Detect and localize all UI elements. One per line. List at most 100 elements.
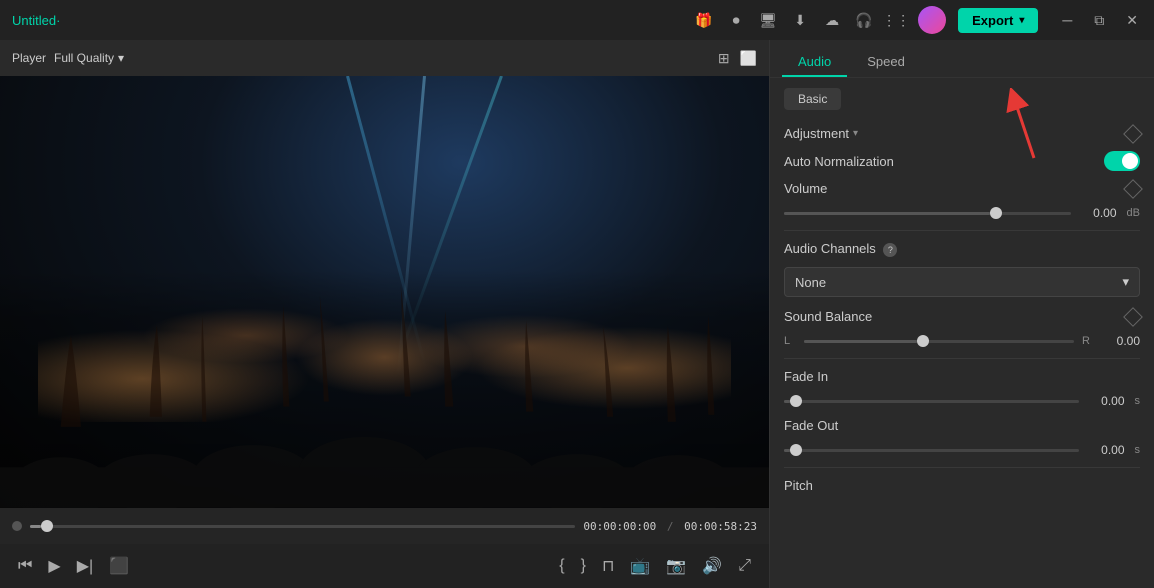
main-area: Player Full Quality ▾ ⊞ ⬜: [0, 40, 1154, 588]
adjustment-arrow-icon: ▾: [853, 128, 858, 139]
player-label: Player: [12, 51, 46, 65]
fade-in-unit: s: [1135, 395, 1141, 407]
skip-back-button[interactable]: ⏮: [16, 555, 34, 577]
adjustment-section-header: Adjustment ▾: [784, 126, 1140, 141]
auto-normalization-row: Auto Normalization: [784, 151, 1140, 171]
video-panel: Player Full Quality ▾ ⊞ ⬜: [0, 40, 769, 588]
volume-slider[interactable]: [784, 212, 1071, 215]
panel-content: Basic Adjustment ▾ Auto Normalization Vo…: [770, 78, 1154, 588]
audio-channels-label: Audio Channels ?: [784, 241, 897, 257]
audio-button[interactable]: 🔊: [700, 554, 724, 578]
auto-normalization-label: Auto Normalization: [784, 154, 894, 169]
titlebar: Untitled· 🎁 ⏺ 🖥 ⬇ ☁ 🎧 ⋮⋮ Export ▾ ─ ⧉ ✕: [0, 0, 1154, 40]
fade-out-slider[interactable]: [784, 449, 1079, 452]
tab-speed[interactable]: Speed: [851, 48, 921, 77]
export-button[interactable]: Export ▾: [958, 8, 1038, 33]
player-toolbar: Player Full Quality ▾ ⊞ ⬜: [0, 40, 769, 76]
fade-in-value: 0.00: [1087, 394, 1125, 408]
balance-slider[interactable]: [804, 340, 1074, 343]
avatar[interactable]: [918, 6, 946, 34]
timeline-thumb[interactable]: [41, 520, 53, 532]
play-button[interactable]: ▶: [46, 554, 62, 578]
balance-R-label: R: [1082, 335, 1094, 347]
divider-1: [784, 230, 1140, 231]
gift-icon[interactable]: 🎁: [694, 10, 714, 30]
adjustment-title: Adjustment ▾: [784, 126, 858, 141]
adjustment-diamond-icon[interactable]: [1123, 124, 1143, 144]
volume-label: Volume: [784, 181, 827, 196]
basic-button[interactable]: Basic: [784, 88, 841, 110]
play-next-button[interactable]: ▶|: [75, 554, 95, 578]
record-icon[interactable]: ⏺: [726, 10, 746, 30]
mark-in-button[interactable]: {: [557, 555, 566, 577]
fade-out-unit: s: [1135, 444, 1141, 456]
volume-slider-row: 0.00 dB: [784, 206, 1140, 220]
divider-3: [784, 467, 1140, 468]
sound-balance-header: Sound Balance: [784, 309, 1140, 324]
dropdown-chevron-icon: ▾: [1122, 274, 1129, 290]
volume-unit: dB: [1127, 207, 1140, 219]
playhead-dot[interactable]: [12, 521, 22, 531]
fade-out-thumb[interactable]: [790, 444, 802, 456]
insert-button[interactable]: ⊓: [600, 554, 616, 578]
sound-balance-label: Sound Balance: [784, 309, 872, 324]
titlebar-icons: 🎁 ⏺ 🖥 ⬇ ☁ 🎧 ⋮⋮ Export ▾ ─ ⧉ ✕: [694, 6, 1142, 34]
grid-view-icon[interactable]: ⊞: [718, 50, 730, 67]
volume-thumb[interactable]: [990, 207, 1002, 219]
quality-select[interactable]: Full Quality ▾: [54, 51, 124, 65]
quality-chevron-icon: ▾: [118, 51, 124, 65]
crowd-svg: [0, 227, 769, 508]
timeline-bar[interactable]: [30, 525, 575, 528]
audio-channels-row: Audio Channels ?: [784, 241, 1140, 257]
window-controls: ─ ⧉ ✕: [1058, 10, 1142, 31]
headset-icon[interactable]: 🎧: [854, 10, 874, 30]
balance-fill: [804, 340, 917, 343]
fade-in-slider-row: 0.00 s: [784, 394, 1140, 408]
balance-value: 0.00: [1102, 334, 1140, 348]
transport-left: ⏮ ▶ ▶| ⬛: [16, 554, 131, 578]
pitch-row: Pitch: [784, 478, 1140, 493]
maximize-button[interactable]: ⧉: [1090, 10, 1108, 31]
auto-normalization-toggle[interactable]: [1104, 151, 1140, 171]
close-button[interactable]: ✕: [1122, 10, 1142, 31]
concert-scene: [0, 76, 769, 508]
cloud-icon[interactable]: ☁: [822, 10, 842, 30]
fade-in-slider[interactable]: [784, 400, 1079, 403]
sound-balance-diamond-icon[interactable]: [1123, 307, 1143, 327]
stop-button[interactable]: ⬛: [107, 554, 131, 578]
monitor-button[interactable]: 📺: [628, 554, 652, 578]
app-title: Untitled·: [12, 13, 60, 28]
volume-fill: [784, 212, 990, 215]
sound-balance-slider-row: L R 0.00: [784, 334, 1140, 348]
export-chevron-icon: ▾: [1019, 15, 1024, 26]
fullscreen-icon[interactable]: ⬜: [740, 50, 757, 67]
quality-label: Full Quality: [54, 51, 114, 65]
balance-L-label: L: [784, 335, 796, 347]
panel-tabs: Audio Speed: [770, 40, 1154, 78]
volume-value: 0.00: [1079, 206, 1117, 220]
player-left: Player Full Quality ▾: [12, 51, 124, 65]
audio-channels-dropdown[interactable]: None ▾: [784, 267, 1140, 297]
audio-channels-help-icon[interactable]: ?: [883, 243, 897, 257]
monitor-icon[interactable]: 🖥: [758, 10, 778, 30]
fade-out-label: Fade Out: [784, 418, 838, 433]
mark-out-button[interactable]: }: [579, 555, 588, 577]
minimize-button[interactable]: ─: [1058, 10, 1076, 30]
right-panel: Audio Speed Basic Adjustment ▾ Auto Norm…: [769, 40, 1154, 588]
fade-in-row: Fade In: [784, 369, 1140, 384]
tab-audio[interactable]: Audio: [782, 48, 847, 77]
fullscreen-transport-button[interactable]: ⤢: [736, 555, 753, 577]
pitch-label: Pitch: [784, 478, 813, 493]
import-icon[interactable]: ⬇: [790, 10, 810, 30]
timeline-progress: [30, 525, 41, 528]
grid-icon[interactable]: ⋮⋮: [886, 10, 906, 30]
timeline-area: 00:00:00:00 / 00:00:58:23: [0, 508, 769, 544]
camera-button[interactable]: 📷: [664, 554, 688, 578]
timecode-current: 00:00:00:00 / 00:00:58:23: [583, 520, 757, 533]
balance-thumb[interactable]: [917, 335, 929, 347]
video-area: [0, 76, 769, 508]
fade-in-thumb[interactable]: [790, 395, 802, 407]
volume-diamond-icon[interactable]: [1123, 179, 1143, 199]
fade-out-slider-row: 0.00 s: [784, 443, 1140, 457]
fade-in-label: Fade In: [784, 369, 828, 384]
